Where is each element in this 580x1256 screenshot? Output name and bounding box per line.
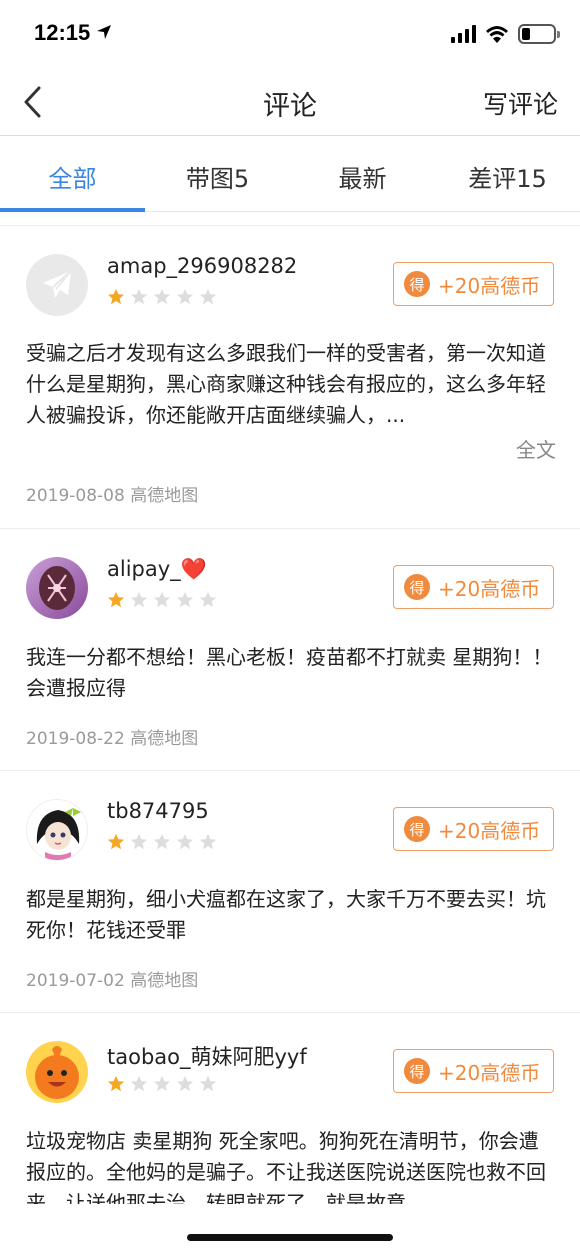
- star-filled-icon: [107, 833, 125, 850]
- coin-reward-badge[interactable]: 得 +20高德币: [393, 262, 554, 306]
- star-empty-icon: [199, 1075, 217, 1092]
- avatar[interactable]: [26, 799, 88, 861]
- nav-bar: 评论 写评论: [0, 70, 580, 136]
- review-text: 垃圾宠物店 卖星期狗 死全家吧。狗狗死在清明节，你会遭报应的。全他妈的是骗子。不…: [26, 1129, 546, 1204]
- coin-label: +20高德币: [438, 576, 541, 601]
- coin-reward-badge[interactable]: 得 +20高德币: [393, 565, 554, 609]
- star-rating: [107, 288, 217, 306]
- username: alipay_❤️: [107, 557, 207, 581]
- coin-icon: 得: [404, 271, 430, 297]
- star-empty-icon: [153, 591, 171, 608]
- status-icons: [451, 24, 560, 44]
- coin-label: +20高德币: [438, 1060, 541, 1085]
- star-rating: [107, 1075, 217, 1093]
- coin-reward-badge[interactable]: 得 +20高德币: [393, 1049, 554, 1093]
- cartoon-girl-avatar-image: [36, 808, 81, 860]
- coin-icon: 得: [404, 574, 430, 600]
- star-filled-icon: [107, 1075, 125, 1092]
- coin-icon: 得: [404, 1058, 430, 1084]
- write-review-button[interactable]: 写评论: [483, 85, 558, 121]
- avatar[interactable]: [26, 1041, 88, 1103]
- paper-plane-icon: [43, 270, 72, 298]
- avatar[interactable]: [26, 557, 88, 619]
- review-date-source: 2019-07-02 高德地图: [26, 971, 199, 991]
- star-filled-icon: [107, 288, 125, 305]
- cellular-signal-icon: [451, 25, 476, 43]
- orange-mascot-avatar-image: [35, 1046, 79, 1099]
- star-rating: [107, 591, 217, 609]
- star-empty-icon: [199, 288, 217, 305]
- review-item[interactable]: alipay_❤️ 得 +20高德币 我连一分都不想给！黑心老板！疫苗都不打就卖…: [0, 529, 580, 771]
- status-time: 12:15: [34, 20, 91, 45]
- home-indicator[interactable]: [187, 1234, 393, 1241]
- star-empty-icon: [199, 591, 217, 608]
- location-arrow-icon: [97, 25, 111, 39]
- coin-label: +20高德币: [438, 273, 541, 298]
- star-empty-icon: [153, 1075, 171, 1092]
- username: tb874795: [107, 799, 209, 823]
- review-date-source: 2019-08-22 高德地图: [26, 729, 199, 749]
- star-empty-icon: [130, 1075, 148, 1092]
- coin-reward-badge[interactable]: 得 +20高德币: [393, 807, 554, 851]
- review-text: 受骗之后才发现有这么多跟我们一样的受害者，第一次知道什么是星期狗，黑心商家赚这种…: [26, 341, 546, 427]
- status-bar: 12:15: [0, 0, 580, 70]
- star-empty-icon: [176, 591, 194, 608]
- star-empty-icon: [176, 833, 194, 850]
- star-empty-icon: [130, 833, 148, 850]
- braid-avatar-image: [39, 566, 75, 610]
- star-empty-icon: [176, 288, 194, 305]
- expand-full-text-link[interactable]: 全文: [516, 434, 556, 463]
- tab-latest[interactable]: 最新: [290, 137, 435, 211]
- star-empty-icon: [153, 288, 171, 305]
- tab-all[interactable]: 全部: [0, 137, 145, 212]
- star-rating: [107, 833, 217, 851]
- star-empty-icon: [130, 288, 148, 305]
- review-text: 都是星期狗，细小犬瘟都在这家了，大家千万不要去买！坑死你！花钱还受罪: [26, 887, 546, 942]
- star-empty-icon: [199, 833, 217, 850]
- avatar[interactable]: [26, 254, 88, 316]
- battery-icon: [518, 24, 560, 44]
- coin-label: +20高德币: [438, 818, 541, 843]
- tab-negative[interactable]: 差评15: [435, 137, 580, 211]
- coin-icon: 得: [404, 816, 430, 842]
- review-item[interactable]: tb874795 得 +20高德币 都是星期狗，细小犬瘟都在这家了，大家千万不要…: [0, 771, 580, 1013]
- star-empty-icon: [130, 591, 148, 608]
- review-text: 我连一分都不想给！黑心老板！疫苗都不打就卖 星期狗！！会遭报应得: [26, 645, 553, 700]
- star-empty-icon: [153, 833, 171, 850]
- review-item[interactable]: taobao_萌妹阿肥yyf 得 +20高德币 垃圾宠物店 卖星期狗 死全家吧。…: [0, 1013, 580, 1204]
- review-list[interactable]: amap_296908282 得 +20高德币 受骗之后才发现有这么多跟我们一样…: [0, 226, 580, 1204]
- username: taobao_萌妹阿肥yyf: [107, 1045, 307, 1069]
- tab-with-photos[interactable]: 带图5: [145, 137, 290, 211]
- wifi-icon: [486, 26, 508, 43]
- star-empty-icon: [176, 1075, 194, 1092]
- review-item[interactable]: amap_296908282 得 +20高德币 受骗之后才发现有这么多跟我们一样…: [0, 226, 580, 529]
- filter-tabs: 全部 带图5 最新 差评15: [0, 137, 580, 212]
- review-date-source: 2019-08-08 高德地图: [26, 486, 199, 506]
- username: amap_296908282: [107, 254, 298, 278]
- star-filled-icon: [107, 591, 125, 608]
